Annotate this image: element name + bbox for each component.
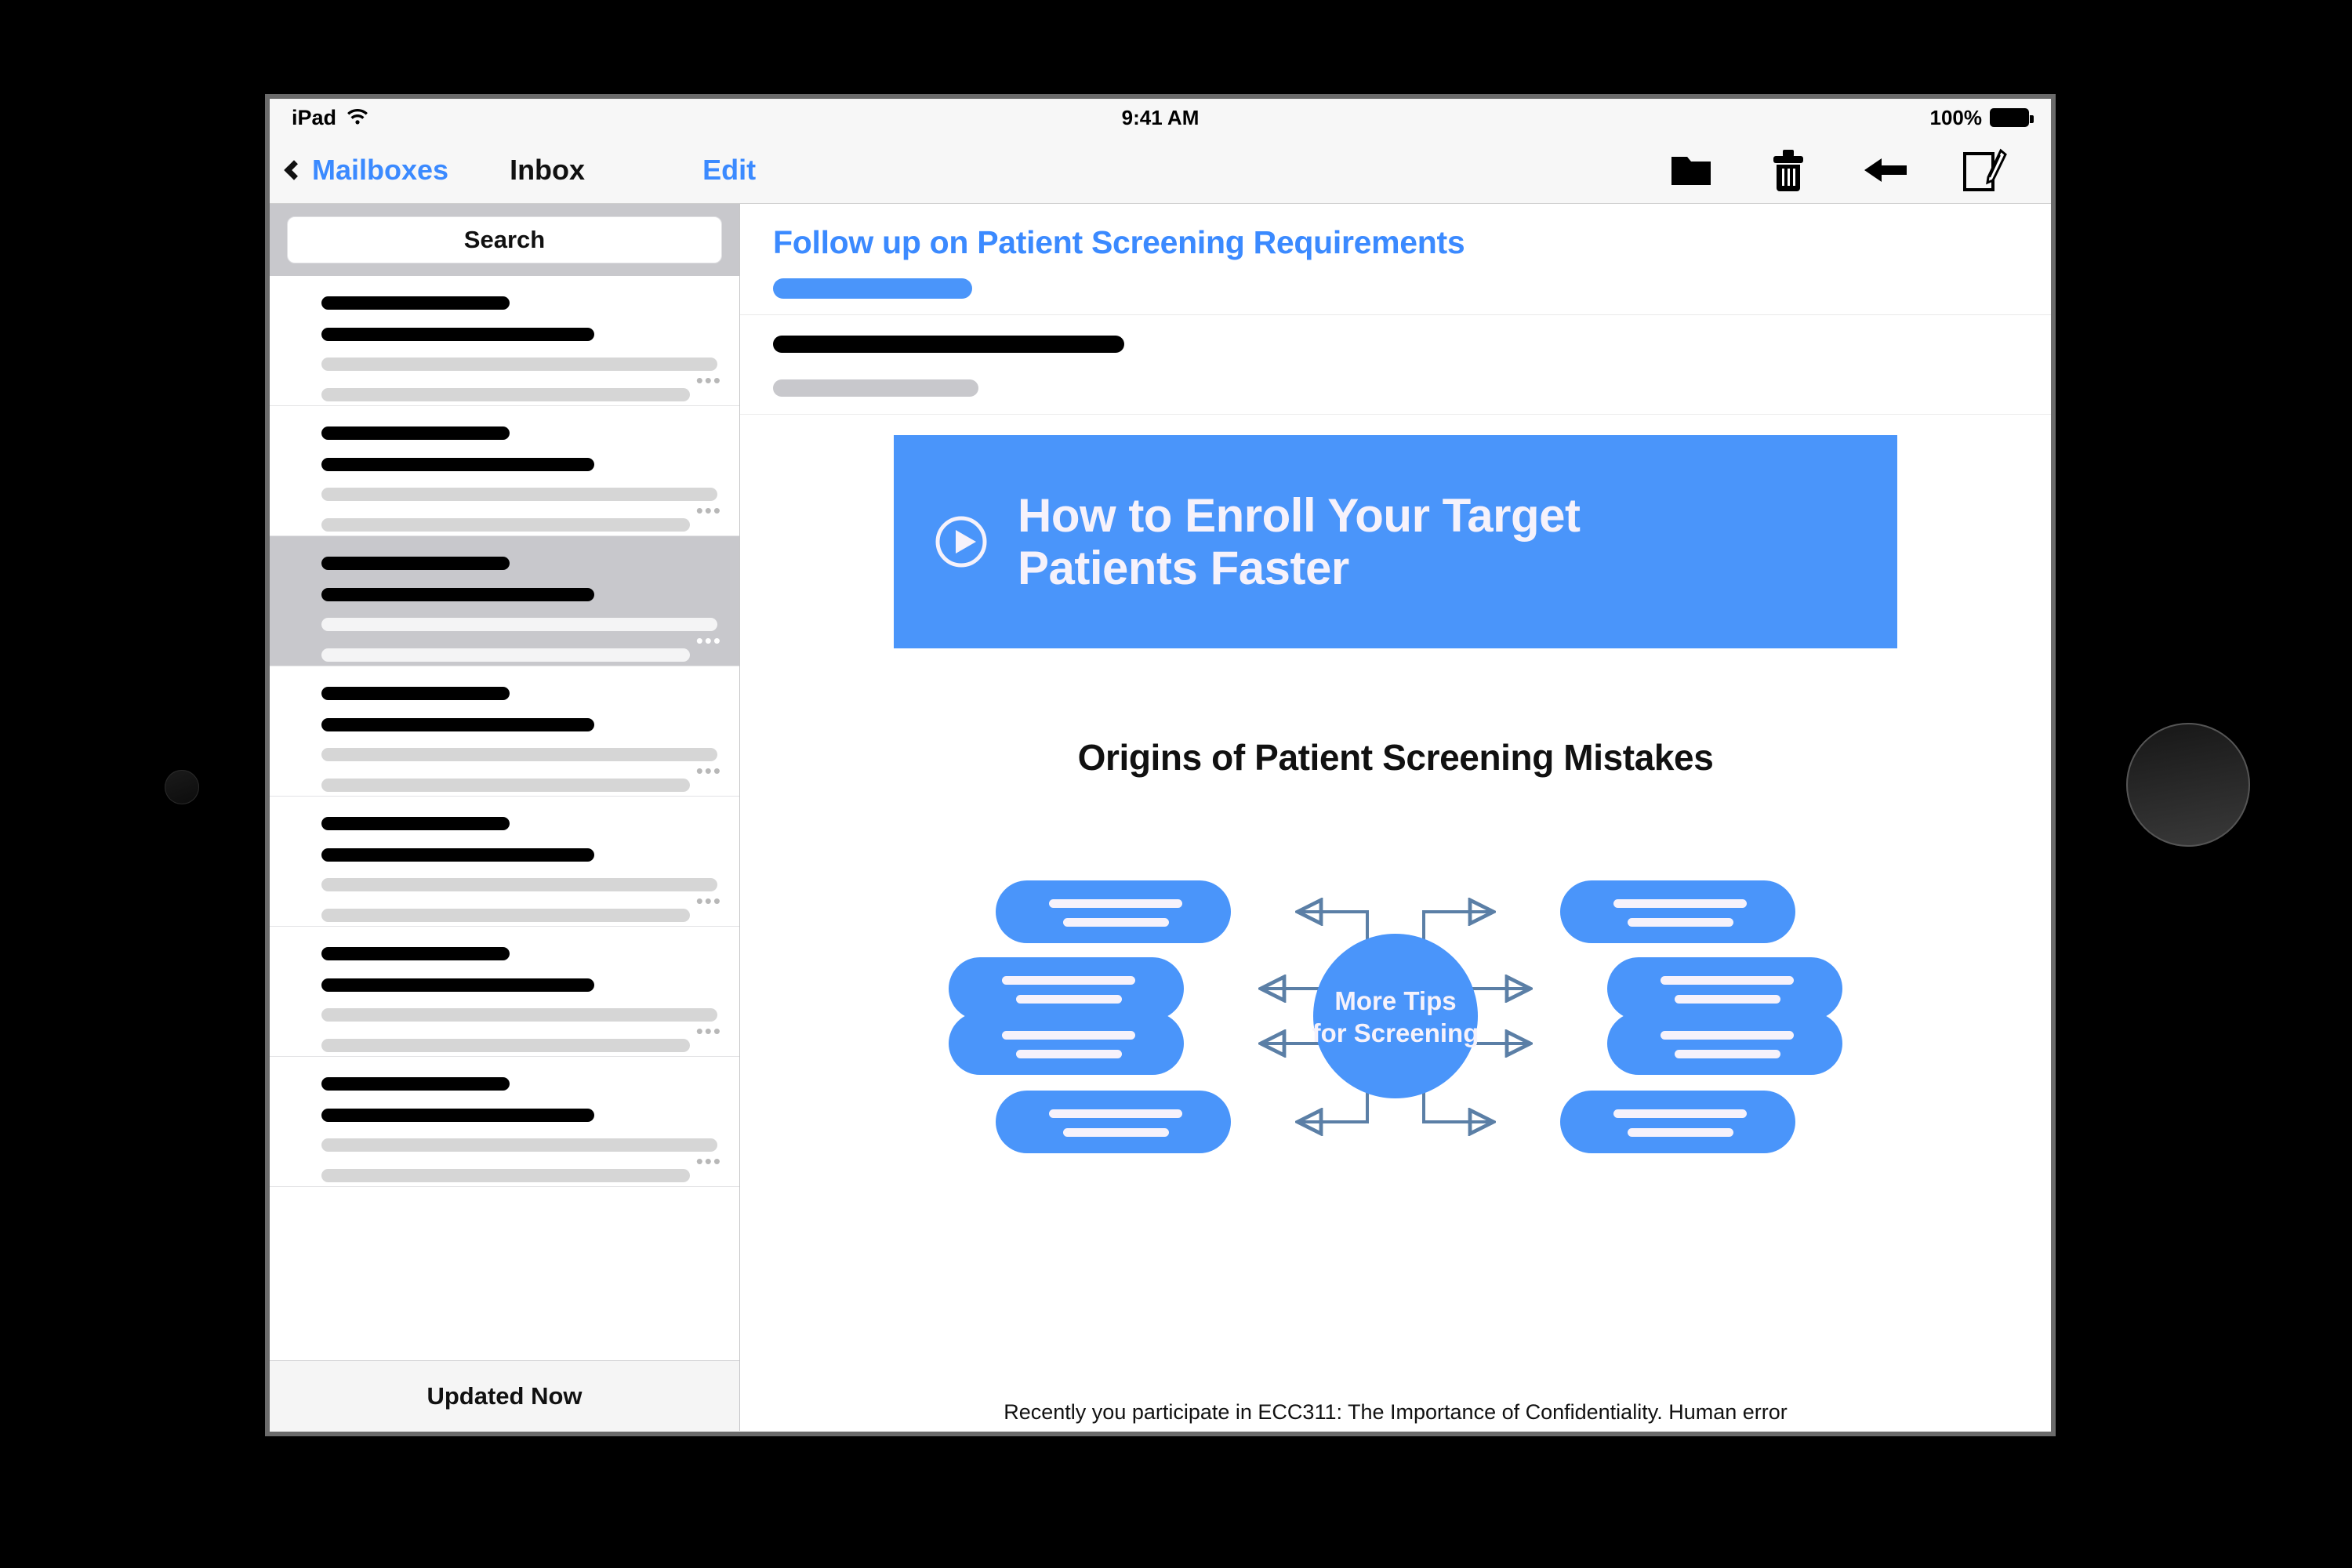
mail-list-item[interactable]: ••• <box>270 406 739 536</box>
message-subject: Follow up on Patient Screening Requireme… <box>773 224 1465 260</box>
sender-placeholder <box>321 426 510 440</box>
diagram-node-top-right <box>1560 880 1795 943</box>
message-footer-text: Recently you participate in ECC311: The … <box>1004 1400 1788 1424</box>
mail-list-sidebar: Search ••• ••• ••• ••• ••• ••• ••• Updat… <box>270 204 740 1431</box>
compose-pencil-icon[interactable] <box>1958 146 2007 194</box>
preview-placeholder-line-2 <box>321 388 690 401</box>
preview-placeholder-line-2 <box>321 779 690 792</box>
preview-placeholder-line-2 <box>321 909 690 922</box>
edit-button[interactable]: Edit <box>702 154 756 187</box>
overflow-ellipsis: ••• <box>695 499 722 522</box>
preview-placeholder-line-2 <box>321 1169 690 1182</box>
diagram-node-mid-upper-right <box>1607 957 1842 1020</box>
preview-placeholder-line-2 <box>321 648 690 662</box>
sender-placeholder <box>321 557 510 570</box>
message-subject-block: Follow up on Patient Screening Requireme… <box>740 204 2051 315</box>
back-to-mailboxes-button[interactable]: Mailboxes <box>270 154 448 187</box>
subject-placeholder <box>321 718 594 731</box>
subject-placeholder <box>321 978 594 992</box>
navigation-bar: Mailboxes Inbox Edit <box>270 136 2051 204</box>
diagram-node-mid-lower-right <box>1607 1012 1842 1075</box>
search-input[interactable]: Search <box>287 216 722 263</box>
sender-name-placeholder <box>773 336 1124 353</box>
list-update-status: Updated Now <box>270 1360 739 1431</box>
sender-placeholder <box>321 817 510 830</box>
ipad-device-frame: iPad 9:41 AM 100% Mailboxes Inbox Edit S… <box>0 0 2352 1568</box>
sender-placeholder <box>321 947 510 960</box>
diagram-center-circle <box>1313 934 1478 1098</box>
front-camera-icon <box>165 770 199 804</box>
video-title-line-1: How to Enroll Your Target <box>1018 488 1581 542</box>
preview-placeholder-line-1 <box>321 1008 717 1022</box>
mail-list-item-selected[interactable]: ••• <box>270 536 739 666</box>
message-meta-block <box>740 315 2051 415</box>
preview-placeholder-line-1 <box>321 618 717 631</box>
overflow-ellipsis: ••• <box>695 1019 722 1043</box>
preview-placeholder-line-2 <box>321 1039 690 1052</box>
sender-placeholder <box>321 687 510 700</box>
diagram-center-line-2: for Screening <box>1312 1018 1479 1047</box>
subject-placeholder <box>321 1109 594 1122</box>
diagram-node-mid-lower-left <box>949 1012 1184 1075</box>
folder-icon[interactable] <box>1667 146 1715 194</box>
overflow-ellipsis: ••• <box>695 1149 722 1173</box>
preview-placeholder-line-1 <box>321 488 717 501</box>
mind-map-diagram: More Tips for Screening <box>740 793 2051 1185</box>
status-bar: iPad 9:41 AM 100% <box>270 99 2051 136</box>
home-button[interactable] <box>2126 723 2250 847</box>
diagram-heading: Origins of Patient Screening Mistakes <box>1077 737 1714 778</box>
mail-list-item[interactable]: ••• <box>270 666 739 797</box>
preview-placeholder-line-1 <box>321 878 717 891</box>
mail-list-item[interactable]: ••• <box>270 1057 739 1187</box>
mail-list-item[interactable]: ••• <box>270 276 739 406</box>
reply-arrow-icon[interactable] <box>1861 146 1910 194</box>
battery-full-icon <box>1990 108 2034 127</box>
overflow-ellipsis: ••• <box>695 889 722 913</box>
sender-placeholder <box>321 296 510 310</box>
chevron-left-icon <box>284 159 304 180</box>
diagram-node-top-left <box>996 880 1231 943</box>
play-circle-icon[interactable] <box>933 514 989 570</box>
preview-placeholder-line-1 <box>321 358 717 371</box>
preview-placeholder-line-1 <box>321 748 717 761</box>
video-title-line-2: Patients Faster <box>1018 542 1349 594</box>
diagram-node-mid-upper-left <box>949 957 1184 1020</box>
message-body: How to Enroll Your Target Patients Faste… <box>740 415 2051 1424</box>
preview-placeholder-line-2 <box>321 518 690 532</box>
recipient-placeholder <box>773 379 978 397</box>
video-banner-title: How to Enroll Your Target Patients Faste… <box>1018 489 1581 594</box>
video-banner[interactable]: How to Enroll Your Target Patients Faste… <box>894 435 1897 648</box>
subject-placeholder <box>321 848 594 862</box>
diagram-center-line-1: More Tips <box>1334 986 1456 1015</box>
ipad-screen: iPad 9:41 AM 100% Mailboxes Inbox Edit S… <box>270 99 2051 1432</box>
overflow-ellipsis: ••• <box>695 759 722 782</box>
sender-placeholder <box>321 1077 510 1091</box>
status-bar-clock: 9:41 AM <box>1121 105 1200 129</box>
nav-action-buttons <box>1667 146 2051 194</box>
search-bar-container: Search <box>270 204 739 276</box>
preview-placeholder-line-1 <box>321 1138 717 1152</box>
trash-icon[interactable] <box>1764 146 1813 194</box>
content-split: Search ••• ••• ••• ••• ••• ••• ••• Updat… <box>270 204 2051 1431</box>
subject-placeholder <box>321 328 594 341</box>
mail-list-item[interactable]: ••• <box>270 927 739 1057</box>
diagram-node-bottom-right <box>1560 1091 1795 1153</box>
subject-placeholder <box>321 588 594 601</box>
diagram-node-bottom-left <box>996 1091 1231 1153</box>
mail-list-item[interactable]: ••• <box>270 797 739 927</box>
overflow-ellipsis: ••• <box>695 629 722 652</box>
page-title: Inbox <box>510 153 586 186</box>
subject-placeholder <box>321 458 594 471</box>
overflow-ellipsis: ••• <box>695 368 722 392</box>
message-tag-placeholder <box>773 278 972 299</box>
message-detail-pane: Follow up on Patient Screening Requireme… <box>740 204 2051 1431</box>
mail-list[interactable]: ••• ••• ••• ••• ••• ••• ••• <box>270 276 739 1360</box>
back-button-label: Mailboxes <box>312 153 449 186</box>
